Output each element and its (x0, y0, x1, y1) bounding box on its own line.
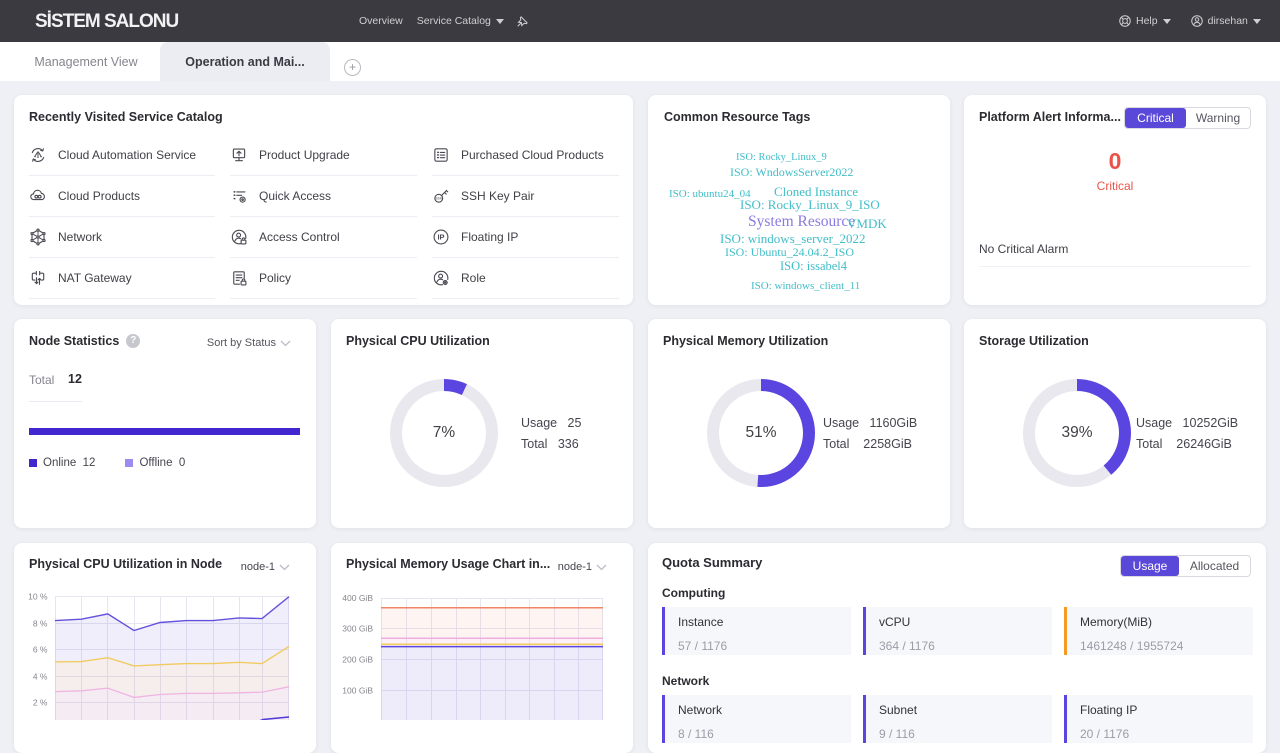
svg-text:8 %: 8 % (33, 619, 48, 629)
svg-text:300 GiB: 300 GiB (342, 624, 373, 634)
svg-text:400 GiB: 400 GiB (342, 593, 373, 603)
svg-text:SSH: SSH (436, 197, 443, 201)
svg-text:100 GiB: 100 GiB (342, 686, 373, 696)
svg-text:200 GiB: 200 GiB (342, 655, 373, 665)
svg-text:IP: IP (437, 233, 444, 242)
svg-text:2 %: 2 % (33, 698, 48, 708)
svg-text:6 %: 6 % (33, 645, 48, 655)
svg-text:4 %: 4 % (33, 672, 48, 682)
svg-text:10 %: 10 % (28, 592, 48, 602)
